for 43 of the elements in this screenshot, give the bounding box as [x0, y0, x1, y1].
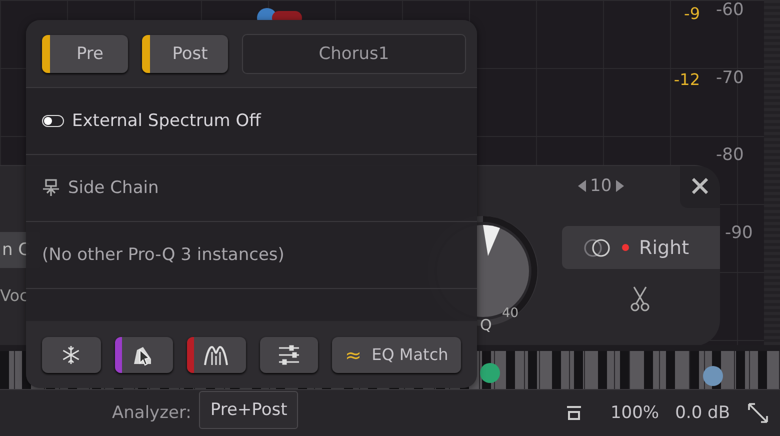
band-label: Voc	[0, 286, 28, 305]
side-chain-row[interactable]: Side Chain	[26, 155, 477, 222]
spectrum-curve-icon	[203, 344, 230, 366]
minimize-icon	[567, 405, 582, 421]
zoom-value[interactable]: 100%	[610, 403, 660, 423]
collision-button[interactable]	[114, 336, 174, 372]
previous-band-icon[interactable]	[578, 180, 586, 192]
sliders-icon	[276, 344, 301, 364]
db-scale-label: -90	[725, 223, 753, 243]
scissors-icon[interactable]	[630, 286, 650, 312]
output-gain-value[interactable]: 0.0 dB	[675, 403, 730, 423]
gain-scale-label: -12	[674, 70, 700, 89]
status-dot-icon	[622, 244, 629, 251]
approx-icon: ≈	[344, 344, 362, 364]
toggle-switch[interactable]	[42, 115, 64, 127]
instance-name-field[interactable]: Chorus1	[242, 34, 466, 74]
eq-match-button[interactable]: ≈ EQ Match	[332, 336, 461, 372]
db-scale-label: -60	[716, 0, 744, 20]
external-spectrum-label: External Spectrum Off	[72, 111, 261, 131]
external-spectrum-row[interactable]: External Spectrum Off	[26, 88, 477, 155]
side-chain-label: Side Chain	[68, 178, 159, 198]
spectrum-button[interactable]	[187, 336, 246, 372]
close-button[interactable]	[680, 166, 720, 208]
settings-button[interactable]	[260, 336, 318, 372]
instances-note: (No other Pro-Q 3 instances)	[42, 245, 284, 265]
analyzer-source-button[interactable]: Pre	[42, 34, 128, 72]
close-icon	[692, 178, 708, 194]
side-chain-icon	[42, 179, 60, 197]
next-band-icon[interactable]	[616, 180, 624, 192]
band-number: 10	[590, 176, 612, 196]
db-scale-label: -80	[716, 145, 744, 165]
snowflake-icon	[61, 344, 82, 364]
q-range-label: 40	[502, 306, 519, 321]
resize-arrows-icon	[747, 402, 769, 424]
stereo-placement-button[interactable]: Right	[562, 226, 720, 269]
gain-scale-label: -9	[684, 4, 700, 23]
analyzer-source-button[interactable]: Post	[142, 34, 228, 72]
q-label: Q	[480, 316, 492, 334]
db-scale-label: -70	[716, 68, 744, 88]
analyzer-label: Analyzer:	[112, 403, 192, 423]
stereo-circles-icon	[584, 238, 612, 258]
freeze-button[interactable]	[42, 336, 101, 372]
analyzer-mode-button[interactable]: Pre+Post	[199, 391, 298, 429]
